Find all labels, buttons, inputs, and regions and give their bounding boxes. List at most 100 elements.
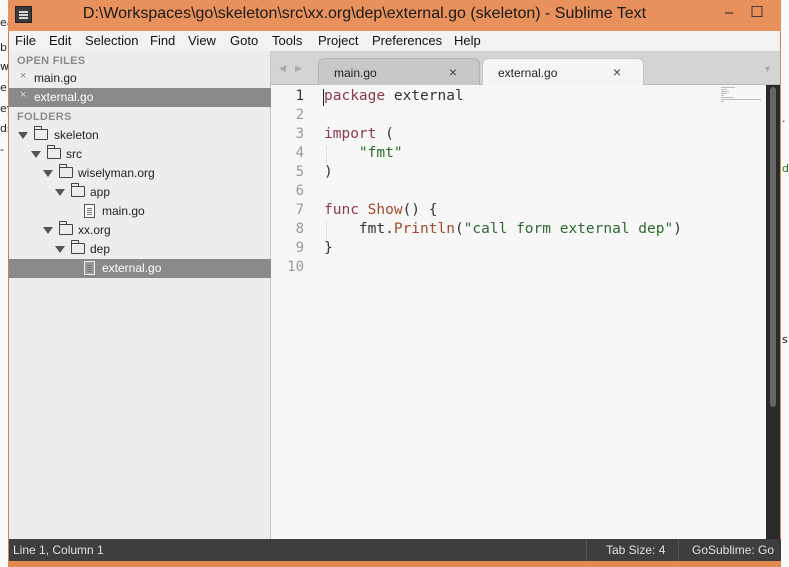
bg-text-fragment: ds: [0, 122, 8, 135]
code-line-3: import (: [324, 126, 394, 142]
disclosure-triangle-icon[interactable]: [55, 246, 65, 253]
disclosure-triangle-icon[interactable]: [55, 189, 65, 196]
folder-open-icon: [58, 221, 73, 235]
disclosure-triangle-icon[interactable]: [43, 170, 53, 177]
folder-open-icon: [70, 240, 85, 254]
close-icon[interactable]: ×: [20, 70, 26, 82]
bg-text-fragment: .: [782, 112, 786, 125]
disclosure-triangle-icon[interactable]: [18, 132, 28, 139]
disclosure-triangle-icon[interactable]: [31, 151, 41, 158]
keyword-token: func: [324, 202, 359, 218]
tree-label: app: [90, 185, 111, 199]
open-files-header: OPEN FILES: [17, 55, 86, 67]
menu-preferences[interactable]: Preferences: [372, 33, 442, 48]
line-number: 7: [295, 202, 304, 218]
menu-selection[interactable]: Selection: [85, 33, 138, 48]
line-number: 10: [287, 259, 304, 275]
title-bar[interactable]: D:\Workspaces\go\skeleton\src\xx.org\dep…: [8, 0, 781, 31]
maximize-button[interactable]: ☐: [743, 0, 771, 24]
menu-tools[interactable]: Tools: [272, 33, 302, 48]
code-text: () {: [402, 202, 438, 218]
scrollbar-thumb[interactable]: [770, 87, 776, 407]
line-number: 9: [295, 240, 304, 256]
minimize-button[interactable]: –: [715, 0, 743, 24]
tree-folder-skeleton[interactable]: skeleton: [9, 126, 271, 145]
tab-scroll-left-icon[interactable]: ◀: [279, 63, 286, 74]
close-icon[interactable]: ×: [20, 89, 26, 101]
tree-folder-xx-org[interactable]: xx.org: [9, 221, 271, 240]
code-line-1: package external: [324, 88, 464, 104]
tab-main-go[interactable]: main.go ×: [318, 58, 480, 85]
string-token: "call form external dep": [463, 221, 674, 237]
status-divider: [678, 539, 679, 561]
menu-edit[interactable]: Edit: [49, 33, 71, 48]
bg-text-fragment: ey: [0, 102, 8, 115]
minimap[interactable]: [721, 85, 766, 145]
open-file-main-go[interactable]: × main.go: [9, 69, 271, 88]
menu-goto[interactable]: Goto: [230, 33, 258, 48]
tree-folder-dep[interactable]: dep: [9, 240, 271, 259]
line-number-gutter: 1 2 3 4 5 6 7 8 9 10: [271, 85, 321, 539]
syntax-indicator[interactable]: GoSublime: Go: [692, 543, 774, 557]
code-line-5: ): [324, 164, 333, 180]
background-desktop-left: ea b w e ey ds -: [0, 0, 8, 567]
tab-label: main.go: [334, 66, 377, 80]
tree-label: wiselyman.org: [78, 166, 155, 180]
cursor-position: Line 1, Column 1: [13, 543, 104, 557]
keyword-token: import: [324, 126, 377, 142]
code-line-7: func Show() {: [324, 202, 438, 218]
bg-text-fragment: e: [0, 81, 7, 94]
folder-open-icon: [46, 145, 61, 159]
tree-label: src: [66, 147, 82, 161]
menu-find[interactable]: Find: [150, 33, 175, 48]
line-number: 6: [295, 183, 304, 199]
file-icon: [84, 261, 95, 275]
code-text: (: [454, 221, 464, 237]
tab-list-dropdown-icon[interactable]: ▼: [763, 64, 772, 74]
code-line-4: "fmt": [324, 145, 403, 161]
tab-close-icon[interactable]: ×: [449, 64, 457, 80]
file-icon: [84, 204, 95, 218]
code-text: fmt.: [358, 221, 394, 237]
bg-text-fragment: w: [0, 60, 8, 73]
menu-view[interactable]: View: [188, 33, 216, 48]
string-token: "fmt": [358, 145, 403, 161]
tree-label: xx.org: [78, 223, 111, 237]
line-number: 4: [295, 145, 304, 161]
code-text: ): [673, 221, 682, 237]
tree-folder-src[interactable]: src: [9, 145, 271, 164]
function-call-token: Println: [393, 221, 455, 237]
open-file-external-go[interactable]: × external.go: [9, 88, 271, 107]
menu-project[interactable]: Project: [318, 33, 358, 48]
tab-external-go[interactable]: external.go ×: [482, 58, 644, 86]
tab-scroll-right-icon[interactable]: ▶: [295, 63, 302, 74]
tree-file-main-go[interactable]: main.go: [9, 202, 271, 221]
menu-file[interactable]: File: [15, 33, 36, 48]
vertical-scrollbar[interactable]: [766, 85, 780, 539]
window-title: D:\Workspaces\go\skeleton\src\xx.org\dep…: [82, 5, 647, 22]
keyword-token: package: [324, 88, 386, 104]
code-editor[interactable]: 1 2 3 4 5 6 7 8 9 10 package external im…: [271, 85, 766, 539]
line-number: 1: [295, 88, 304, 104]
bg-text-fragment: ea: [0, 16, 8, 29]
tree-file-external-go[interactable]: external.go: [9, 259, 271, 278]
disclosure-triangle-icon[interactable]: [43, 227, 53, 234]
tree-folder-app[interactable]: app: [9, 183, 271, 202]
folder-open-icon: [70, 183, 85, 197]
status-divider: [586, 539, 587, 561]
status-bar: Line 1, Column 1 Tab Size: 4 GoSublime: …: [8, 539, 781, 561]
code-text: (: [376, 126, 394, 142]
tab-size-indicator[interactable]: Tab Size: 4: [606, 543, 665, 557]
code-line-9: }: [324, 240, 333, 256]
code-text: external: [385, 88, 464, 104]
tab-bar: ◀ ▶ main.go × external.go × ▼: [271, 51, 780, 86]
menu-help[interactable]: Help: [454, 33, 481, 48]
window-border: [8, 561, 781, 567]
tree-label: external.go: [102, 261, 162, 275]
tree-folder-wiselyman-org[interactable]: wiselyman.org: [9, 164, 271, 183]
tree-label: dep: [90, 242, 111, 256]
open-file-label: external.go: [34, 90, 94, 104]
background-desktop-right: . de s: [781, 0, 789, 567]
folders-header: FOLDERS: [17, 111, 72, 123]
tab-close-icon[interactable]: ×: [613, 64, 621, 80]
